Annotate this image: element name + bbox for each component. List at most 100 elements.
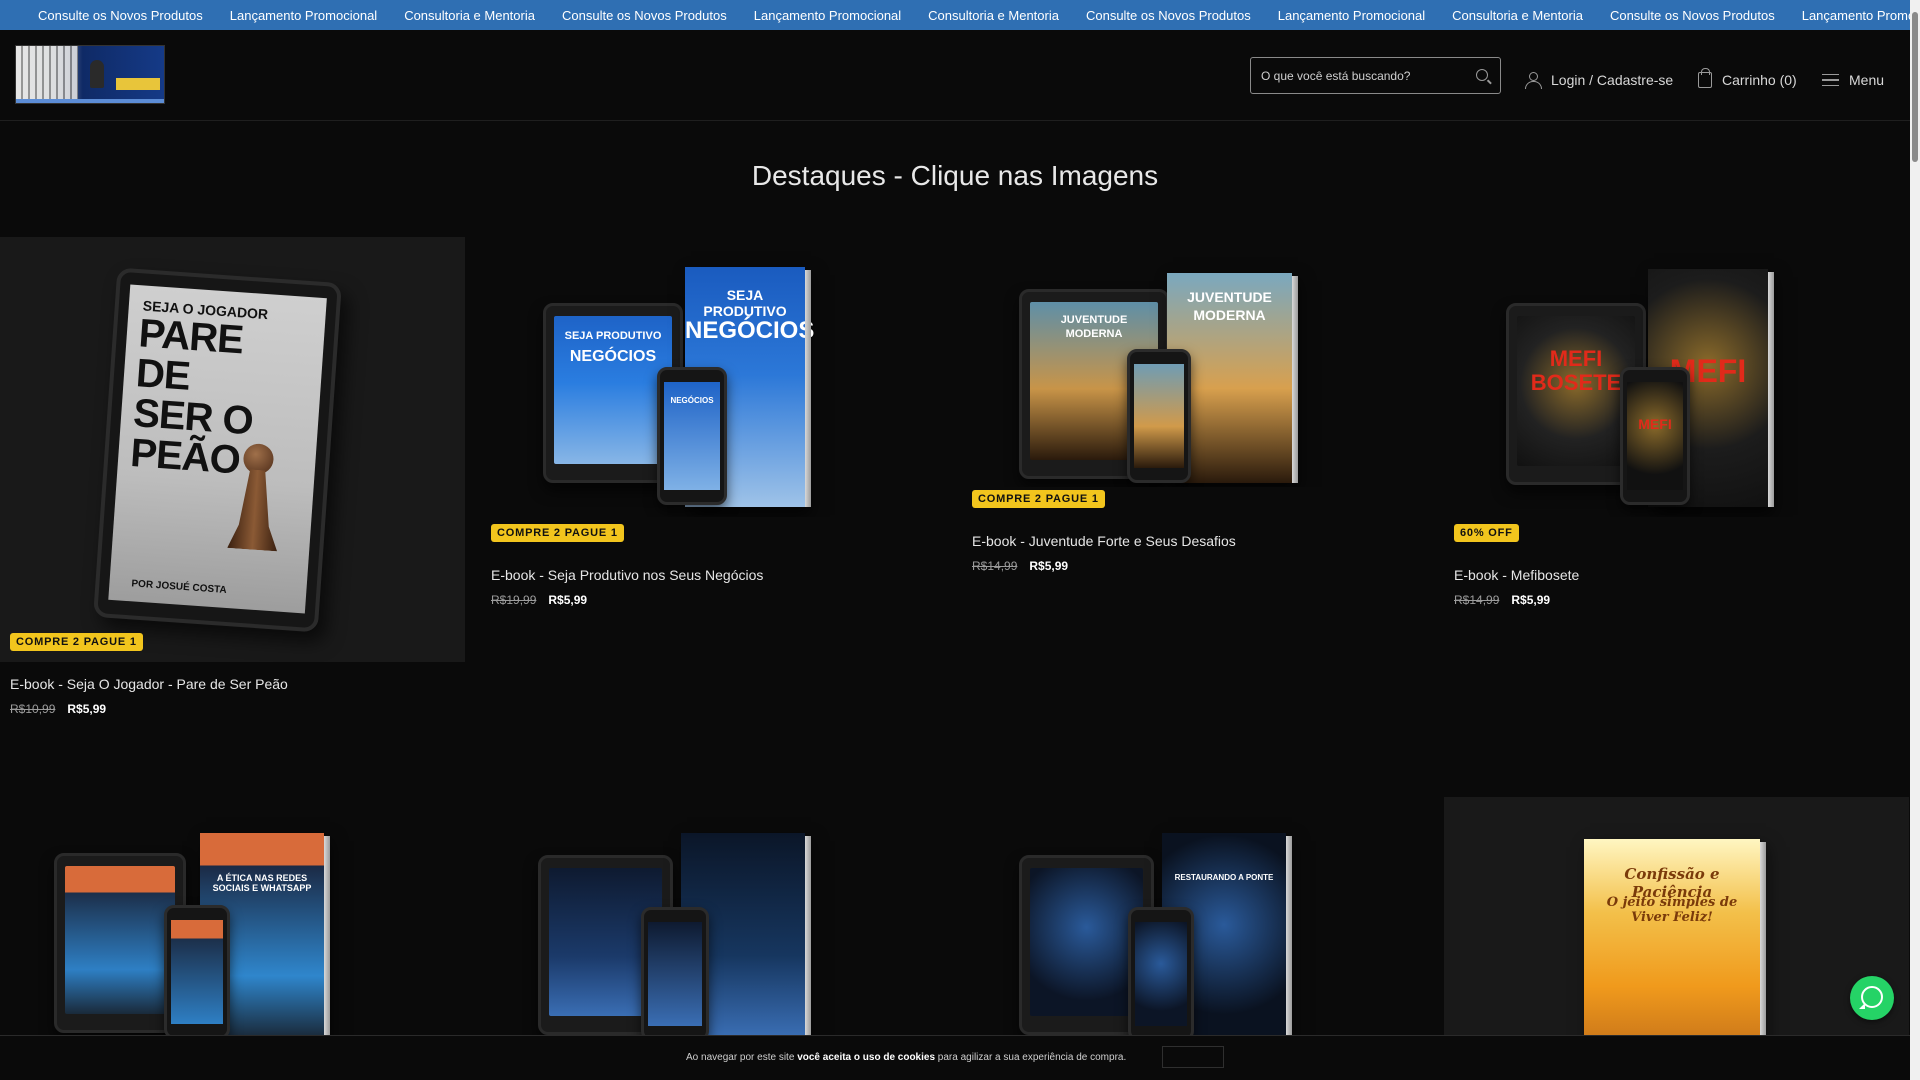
product-image[interactable]: RESTAURANDO A PONTE (962, 797, 1427, 1035)
section-title: Destaques - Clique nas Imagens (751, 160, 1159, 191)
product-prices: R$14,99 R$5,99 (1454, 593, 1550, 607)
cart-label: Carrinho (0) (1722, 72, 1797, 88)
product-prices: R$14,99 R$5,99 (972, 559, 1068, 573)
product-prices: R$19,99 R$5,99 (491, 593, 587, 607)
ticker-item[interactable]: Consulte os Novos Produtos (1610, 8, 1775, 23)
cookie-text-bold: você aceita o uso de cookies (797, 1052, 936, 1063)
promo-badge: COMPRE 2 PAGUE 1 (972, 490, 1105, 508)
cover-title: MEFI (1549, 346, 1603, 371)
cover-title: JUVENTUDE (1187, 289, 1272, 305)
ticker-item[interactable]: Consulte os Novos Produtos (562, 8, 727, 23)
whatsapp-button[interactable] (1850, 976, 1894, 1020)
logo-building-image (16, 46, 78, 103)
old-price: R$14,99 (1454, 593, 1500, 607)
cover-title: SEJA PRODUTIVO (564, 330, 662, 342)
cover-subtitle: NEGÓCIOS (670, 396, 714, 405)
ticker-item[interactable]: Consultoria e Mentoria (1452, 8, 1583, 23)
ebook-mockup-phone: NEGÓCIOS (657, 367, 727, 505)
cookie-text-prefix: Ao navegar por este site (686, 1052, 798, 1063)
product-card[interactable]: RESTAURANDO A PONTE (962, 797, 1427, 1035)
product-name[interactable]: E-book - Juventude Forte e Seus Desafios (972, 533, 1236, 549)
ticker-item[interactable]: Lançamento Promocional (1802, 8, 1910, 23)
product-image[interactable]: A ÉTICA NAS REDES SOCIAIS E WHATSAPP (0, 797, 465, 1035)
ticker-item[interactable]: Consultoria e Mentoria (928, 8, 1059, 23)
new-price: R$5,99 (67, 702, 107, 716)
cover-subtitle: NEGÓCIOS (685, 317, 815, 344)
logo-strip (16, 99, 164, 103)
promo-badge: COMPRE 2 PAGUE 1 (10, 633, 143, 651)
product-card[interactable]: Confissão e Paciência O jeito simples de… (1444, 797, 1909, 1035)
product-image[interactable]: MEFI BOSETE MEFI MEFI (1444, 237, 1909, 517)
ticker-item[interactable]: Consulte os Novos Produtos (1086, 8, 1251, 23)
product-image[interactable] (481, 797, 946, 1035)
cover-subtitle: O jeito simples de Viver Feliz! (1606, 895, 1738, 925)
cookie-text-suffix: para agilizar a sua experiência de compr… (935, 1052, 1127, 1063)
search-icon[interactable] (1476, 69, 1488, 81)
hamburger-icon (1822, 74, 1839, 86)
promo-badge: COMPRE 2 PAGUE 1 (491, 524, 624, 542)
menu-label: Menu (1849, 72, 1885, 88)
old-price: R$10,99 (10, 702, 56, 716)
product-card[interactable]: SEJA O JOGADOR PARE DE SER O PEÃO POR JO… (0, 237, 465, 716)
ebook-mockup-phone: MEFI (1620, 367, 1690, 505)
product-name[interactable]: E-book - Mefibosete (1454, 567, 1579, 583)
login-link[interactable]: Login / Cadastre-se (1525, 70, 1673, 90)
search-box (1250, 57, 1501, 94)
cart-link[interactable]: Carrinho (0) (1698, 68, 1797, 90)
promo-ticker: Consulte os Novos Produtos Lançamento Pro… (0, 0, 1910, 30)
ticker-item[interactable]: Consulte os Novos Produtos (38, 8, 203, 23)
product-card[interactable]: A ÉTICA NAS REDES SOCIAIS E WHATSAPP (0, 797, 465, 1035)
logo-person-image (90, 60, 104, 88)
site-header: Login / Cadastre-se Carrinho (0) Menu (0, 30, 1910, 121)
cover-title: SEJA PRODUTIVO (703, 287, 787, 319)
ticker-item[interactable]: Consultoria e Mentoria (404, 8, 535, 23)
ticker-item[interactable]: Lançamento Promocional (230, 8, 377, 23)
scrollbar-track[interactable] (1910, 0, 1920, 1080)
logo-banner-block (116, 78, 160, 90)
product-image[interactable]: SEJA PRODUTIVO NEGÓCIOS SEJA PRODUTIVO N… (481, 237, 946, 517)
cover-title: MEFI (1638, 416, 1672, 432)
shopping-bag-icon (1698, 68, 1712, 88)
old-price: R$19,99 (491, 593, 537, 607)
product-image[interactable]: SEJA O JOGADOR PARE DE SER O PEÃO POR JO… (0, 237, 465, 662)
ebook-mockup-book: Confissão e Paciência O jeito simples de… (1584, 839, 1766, 1035)
menu-button[interactable]: Menu (1822, 70, 1884, 90)
product-card[interactable] (481, 797, 946, 1035)
ebook-mockup-phone (641, 907, 709, 1035)
product-card[interactable]: SEJA PRODUTIVO NEGÓCIOS SEJA PRODUTIVO N… (481, 237, 946, 607)
cover-author: POR JOSUÉ COSTA (131, 578, 227, 596)
new-price: R$5,99 (1511, 593, 1551, 607)
chess-pawn-image (215, 433, 295, 578)
new-price: R$5,99 (548, 593, 588, 607)
login-label: Login / Cadastre-se (1551, 72, 1674, 88)
product-prices: R$10,99 R$5,99 (10, 702, 106, 716)
site-logo[interactable] (15, 45, 165, 104)
scrollbar-thumb[interactable] (1912, 12, 1918, 162)
product-name[interactable]: E-book - Seja O Jogador - Pare de Ser Pe… (10, 676, 288, 692)
cover-subtitle: BOSETE (1530, 370, 1622, 395)
product-name[interactable]: E-book - Seja Produtivo nos Seus Negócio… (491, 567, 763, 583)
ebook-mockup-phone (1128, 907, 1194, 1035)
product-image[interactable]: JUVENTUDE MODERNA JUVENTUDE MODERNA (962, 237, 1427, 487)
search-input[interactable] (1261, 58, 1466, 93)
whatsapp-icon (1861, 986, 1883, 1008)
ebook-mockup-phone (1127, 349, 1191, 483)
cover-subtitle: MODERNA (1193, 307, 1266, 323)
cover-subtitle: NEGÓCIOS (569, 348, 657, 365)
ebook-mockup-phone (164, 905, 230, 1035)
promo-badge: 60% OFF (1454, 524, 1519, 542)
product-card[interactable]: MEFI BOSETE MEFI MEFI 60% OFF E-book - M… (1444, 237, 1909, 607)
cover-title: JUVENTUDE (1060, 314, 1128, 326)
ticker-item[interactable]: Lançamento Promocional (1278, 8, 1425, 23)
ebook-mockup-tablet: SEJA O JOGADOR PARE DE SER O PEÃO POR JO… (93, 267, 342, 633)
product-card[interactable]: JUVENTUDE MODERNA JUVENTUDE MODERNA COMP… (962, 237, 1427, 573)
new-price: R$5,99 (1029, 559, 1069, 573)
cover-subtitle: MODERNA (1065, 328, 1123, 340)
cookie-text: Ao navegar por este site você aceita o u… (686, 1052, 1126, 1063)
ebook-cover: SEJA O JOGADOR PARE DE SER O PEÃO POR JO… (108, 284, 327, 614)
cookie-accept-button[interactable] (1162, 1046, 1224, 1068)
product-image[interactable]: Confissão e Paciência O jeito simples de… (1444, 797, 1909, 1035)
ticker-item[interactable]: Lançamento Promocional (754, 8, 901, 23)
user-icon (1525, 72, 1542, 89)
cookie-bar: Ao navegar por este site você aceita o u… (0, 1035, 1910, 1080)
